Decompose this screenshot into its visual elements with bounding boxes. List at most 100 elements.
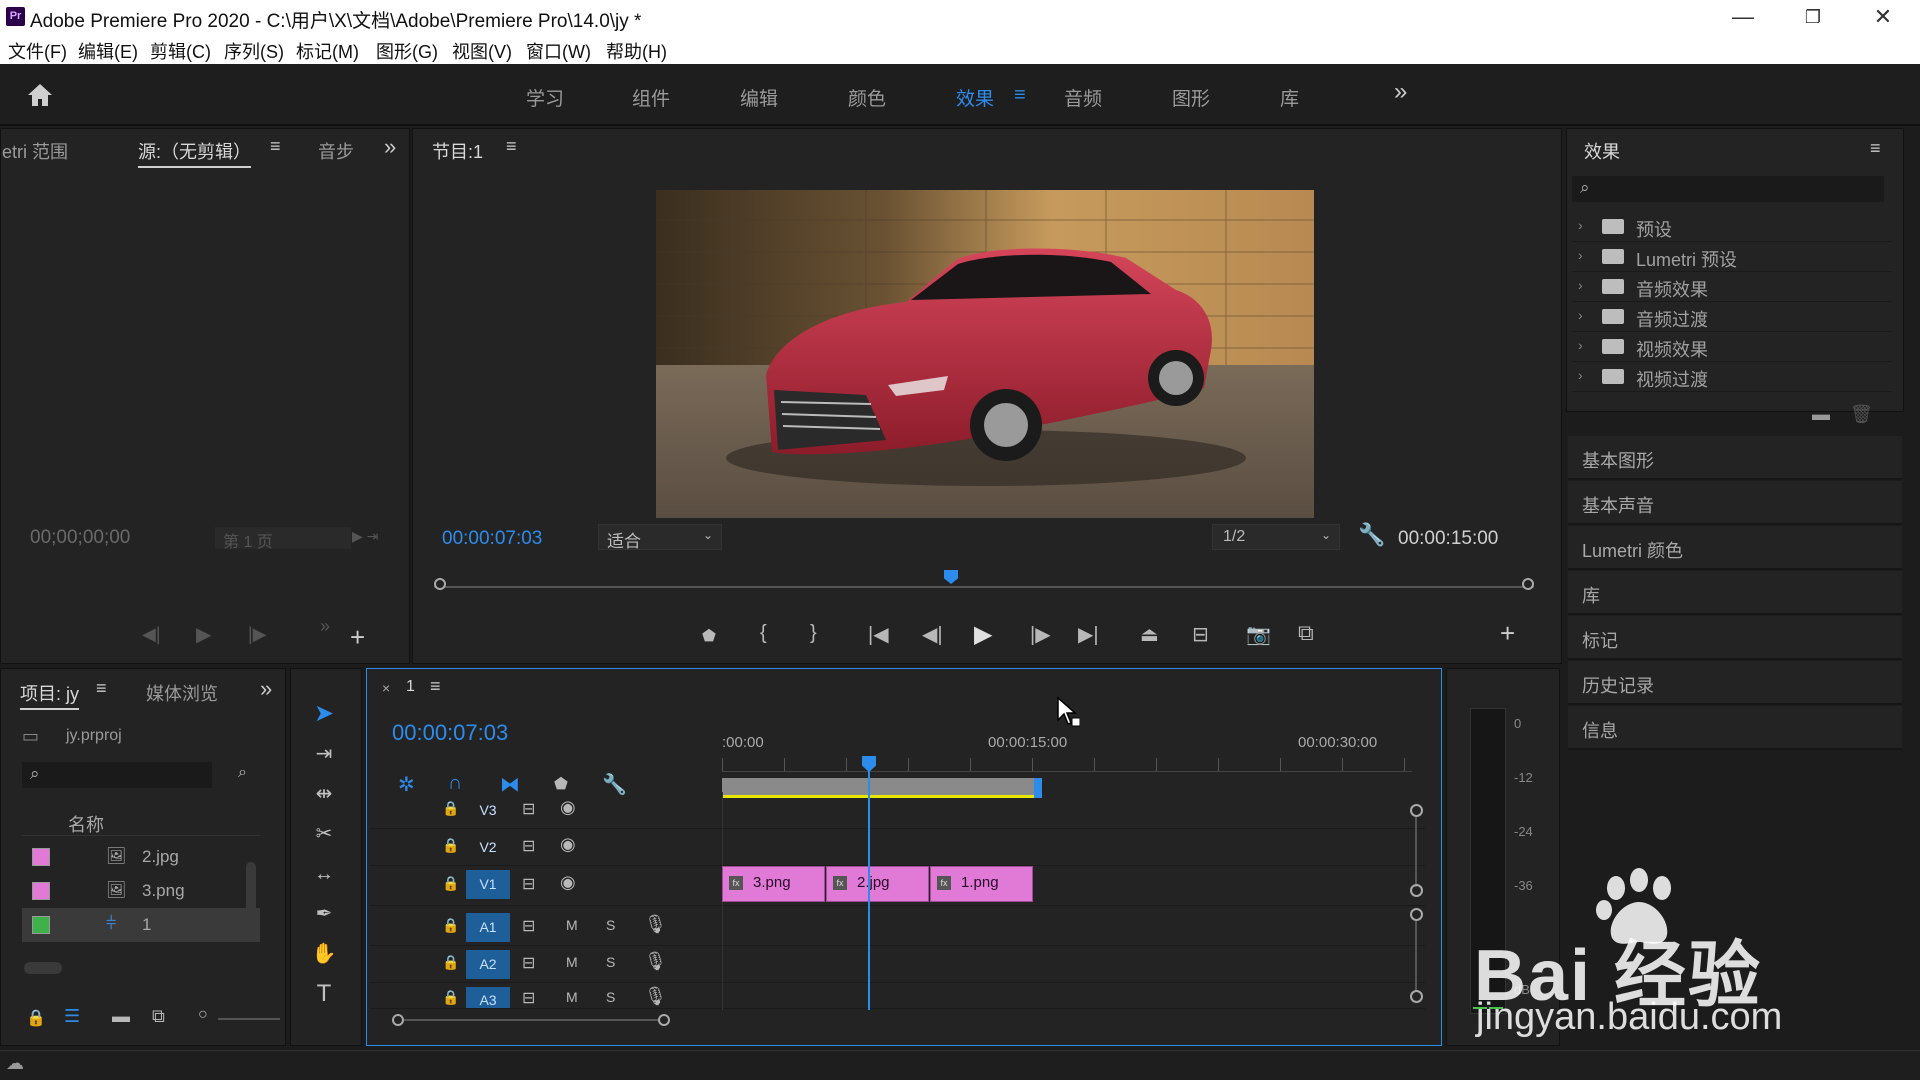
tab-lumetri-scopes[interactable]: etri 范围	[2, 138, 68, 164]
razor-tool-icon[interactable]: ✂	[302, 817, 346, 851]
source-page-next-icon[interactable]: ▶ ⇥	[352, 528, 378, 545]
menu-clip[interactable]: 剪辑(C)	[150, 38, 211, 64]
go-to-in-icon[interactable]: |◀	[868, 622, 889, 647]
effects-search-input[interactable]: ⌕	[1572, 176, 1884, 202]
project-menu-icon[interactable]: ≡	[96, 678, 107, 699]
menu-view[interactable]: 视图(V)	[452, 38, 512, 64]
source-step-back-icon[interactable]: ◀|	[142, 624, 161, 645]
resolution-dropdown[interactable]: 1/2 ⌄	[1212, 524, 1340, 550]
scrubber-in-handle[interactable]	[434, 578, 446, 590]
effects-item-video-effects[interactable]: › 视频效果	[1572, 332, 1892, 362]
compare-view-icon[interactable]: ⧉	[1298, 620, 1314, 646]
menu-edit[interactable]: 编辑(E)	[78, 38, 138, 64]
zoom-slider-handle-icon[interactable]: ○	[198, 1006, 208, 1024]
mark-out-icon[interactable]: }	[810, 622, 817, 645]
menu-window[interactable]: 窗口(W)	[526, 38, 591, 64]
close-sequence-icon[interactable]: ×	[382, 680, 390, 696]
section-markers[interactable]: 标记	[1568, 616, 1902, 660]
project-item-selected[interactable]: ⫩ 1	[22, 908, 260, 942]
section-libraries[interactable]: 库	[1568, 571, 1902, 615]
lock-icon[interactable]: 🔒	[442, 917, 459, 934]
sync-lock-icon[interactable]: ⊟	[522, 988, 535, 1008]
vscroll-handle-audio-top[interactable]	[1410, 908, 1423, 921]
sync-lock-icon[interactable]: ⊟	[522, 836, 535, 856]
track-v2[interactable]: 🔒 V2 ⊟ ◉	[370, 829, 1425, 866]
effects-item-audio-transitions[interactable]: › 音频过渡	[1572, 302, 1892, 332]
mute-button[interactable]: M	[566, 989, 578, 1005]
track-label-v1[interactable]: V1	[466, 870, 510, 899]
lock-icon[interactable]: 🔒	[442, 837, 459, 854]
source-menu-icon[interactable]: ≡	[270, 136, 281, 157]
freeform-view-icon[interactable]: ⧉	[152, 1006, 165, 1027]
program-playhead[interactable]	[944, 570, 958, 584]
workspace-menu-icon[interactable]: ≡	[1014, 84, 1026, 107]
source-page-field[interactable]: 第 1 页	[215, 527, 351, 551]
tab-audio-clip-mixer[interactable]: 音步	[318, 138, 354, 164]
timeline-horizontal-scrollbar[interactable]	[392, 1014, 1412, 1026]
new-bin-folder-icon[interactable]: ▬	[1812, 404, 1830, 425]
restore-button[interactable]: ❐	[1788, 2, 1838, 32]
selection-tool-icon[interactable]: ➤	[302, 697, 346, 731]
minimize-button[interactable]: —	[1718, 2, 1768, 32]
mark-in-icon[interactable]: {	[760, 622, 767, 645]
eye-icon[interactable]: ◉	[560, 872, 576, 893]
sequence-tab[interactable]: 1	[406, 678, 415, 696]
type-tool-icon[interactable]: T	[302, 977, 346, 1011]
mute-button[interactable]: M	[566, 954, 578, 970]
menu-help[interactable]: 帮助(H)	[606, 38, 667, 64]
workspace-assembly[interactable]: 组件	[632, 84, 670, 111]
project-vertical-scrollbar[interactable]	[246, 862, 256, 942]
section-essential-sound[interactable]: 基本声音	[1568, 481, 1902, 525]
solo-button[interactable]: S	[606, 917, 615, 933]
track-v3[interactable]: 🔒 V3 ⊟ ◉	[370, 792, 1425, 829]
section-lumetri-color[interactable]: Lumetri 颜色	[1568, 526, 1902, 570]
workspace-effects[interactable]: 效果	[956, 84, 994, 111]
sync-lock-icon[interactable]: ⊟	[522, 916, 535, 936]
project-item[interactable]: 🖼 2.jpg	[22, 840, 260, 874]
effects-item-audio-effects[interactable]: › 音频效果	[1572, 272, 1892, 302]
slip-tool-icon[interactable]: ↔	[302, 857, 346, 891]
source-timecode[interactable]: 00;00;00;00	[30, 527, 130, 549]
project-item[interactable]: 🖼 3.png	[22, 874, 260, 908]
section-essential-graphics[interactable]: 基本图形	[1568, 436, 1902, 480]
go-to-out-icon[interactable]: ▶|	[1078, 622, 1099, 647]
list-view-icon[interactable]: ☰	[64, 1006, 80, 1027]
sync-lock-icon[interactable]: ⊟	[522, 799, 535, 819]
lock-icon[interactable]: 🔒	[442, 875, 459, 892]
scroll-handle-right[interactable]	[658, 1014, 670, 1026]
microphone-icon[interactable]: 🎙	[644, 914, 667, 935]
section-info[interactable]: 信息	[1568, 706, 1902, 750]
timeline-clip[interactable]: fx 1.png	[930, 866, 1033, 902]
workspace-editing[interactable]: 编辑	[740, 84, 778, 111]
icon-view-icon[interactable]: ▬	[112, 1006, 130, 1027]
tab-source[interactable]: 源:（无剪辑）	[138, 138, 252, 168]
eye-icon[interactable]: ◉	[560, 797, 576, 818]
vscroll-handle-top[interactable]	[1410, 804, 1423, 817]
timeline-vertical-scrollbar[interactable]	[1410, 804, 1424, 1004]
timeline-ruler[interactable]	[722, 758, 1412, 772]
microphone-icon[interactable]: 🎙	[644, 986, 667, 1007]
microphone-icon[interactable]: 🎙	[644, 951, 667, 972]
extract-icon[interactable]: ⊟	[1192, 622, 1209, 647]
solo-button[interactable]: S	[606, 954, 615, 970]
workspace-audio[interactable]: 音频	[1064, 84, 1102, 111]
home-icon[interactable]	[26, 82, 54, 108]
program-scrubber[interactable]	[434, 570, 1534, 600]
add-marker-icon[interactable]: ⬟	[702, 626, 716, 646]
workspace-more-button[interactable]: »	[1394, 78, 1407, 106]
wrench-settings-icon[interactable]: 🔧	[1358, 522, 1385, 548]
menu-graphics[interactable]: 图形(G)	[376, 38, 438, 64]
track-a2[interactable]: 🔒 A2 ⊟ M S 🎙	[370, 946, 1425, 983]
menu-file[interactable]: 文件(F)	[8, 38, 67, 64]
scroll-thumb[interactable]	[404, 1019, 660, 1021]
effects-item-presets[interactable]: › 预设	[1572, 212, 1892, 242]
source-step-forward-icon[interactable]: |▶	[248, 624, 267, 645]
sync-lock-icon[interactable]: ⊟	[522, 953, 535, 973]
mute-button[interactable]: M	[566, 917, 578, 933]
scrubber-out-handle[interactable]	[1522, 578, 1534, 590]
close-button[interactable]: ✕	[1858, 2, 1908, 32]
track-a1[interactable]: 🔒 A1 ⊟ M S 🎙	[370, 909, 1425, 946]
project-search-input[interactable]: ⌕	[22, 762, 212, 788]
tab-media-browser[interactable]: 媒体浏览	[146, 680, 218, 706]
effects-menu-icon[interactable]: ≡	[1870, 138, 1881, 159]
